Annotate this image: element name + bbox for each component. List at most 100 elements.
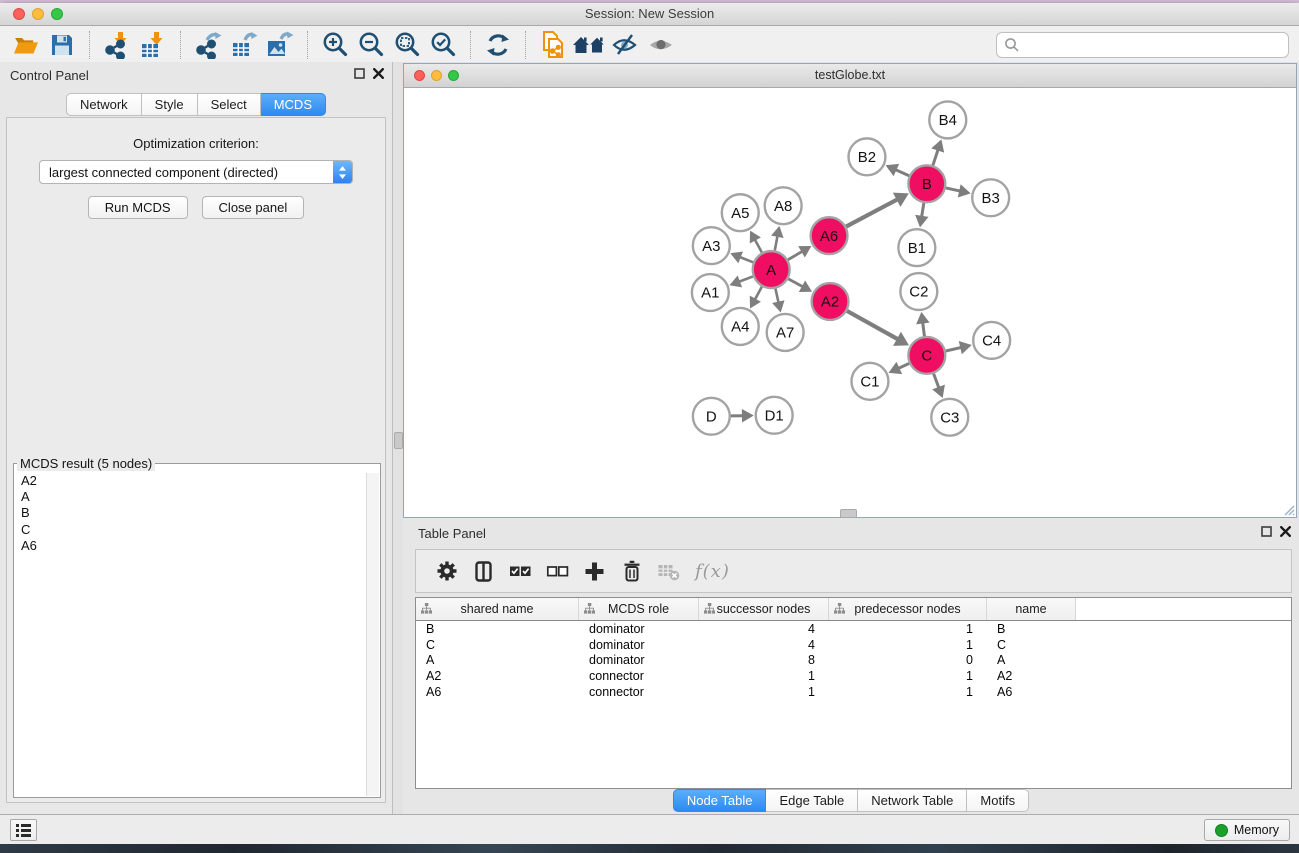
graph-edge-B-B1[interactable] xyxy=(915,203,928,227)
tab-select[interactable]: Select xyxy=(198,93,261,116)
window-minimize-button[interactable] xyxy=(32,8,44,20)
mcds-result-item[interactable]: A2 xyxy=(15,473,366,489)
graph-node-B4[interactable]: B4 xyxy=(929,101,966,138)
result-list-scrollbar[interactable] xyxy=(366,473,379,796)
graph-edge-B-B2[interactable] xyxy=(886,164,909,176)
network-canvas[interactable]: AA1A2A3A4A5A6A7A8BB1B2B3B4CC1C2C3C4DD1 xyxy=(404,88,1296,517)
import-network-button[interactable] xyxy=(99,29,135,60)
close-table-panel-icon[interactable] xyxy=(1280,526,1291,537)
run-mcds-button[interactable]: Run MCDS xyxy=(88,196,188,219)
graph-node-D1[interactable]: D1 xyxy=(756,397,793,434)
clone-network-button[interactable] xyxy=(535,29,571,60)
graph-edge-C-C3[interactable] xyxy=(932,374,945,398)
table-tab-edge-table[interactable]: Edge Table xyxy=(766,789,858,812)
float-table-panel-icon[interactable] xyxy=(1261,526,1272,537)
graph-edge-C-C4[interactable] xyxy=(946,341,972,354)
task-history-button[interactable] xyxy=(10,819,37,841)
network-close-button[interactable] xyxy=(414,70,425,81)
zoom-selected-button[interactable] xyxy=(425,29,461,60)
graph-edge-A-A5[interactable] xyxy=(750,231,762,253)
graph-node-C4[interactable]: C4 xyxy=(973,322,1010,359)
save-session-button[interactable] xyxy=(44,29,80,60)
window-titlebar[interactable]: Session: New Session xyxy=(0,3,1299,26)
refresh-layout-button[interactable] xyxy=(480,29,516,60)
graph-node-C2[interactable]: C2 xyxy=(900,273,937,310)
hide-graphics-details-button[interactable] xyxy=(643,29,679,60)
network-window-titlebar[interactable]: testGlobe.txt xyxy=(404,64,1296,88)
search-input[interactable] xyxy=(996,32,1289,58)
close-panel-icon[interactable] xyxy=(373,68,384,79)
graph-edge-A-A8[interactable] xyxy=(771,226,783,251)
window-zoom-button[interactable] xyxy=(51,8,63,20)
network-zoom-button[interactable] xyxy=(448,70,459,81)
column-show-button[interactable] xyxy=(465,554,502,588)
graph-node-B2[interactable]: B2 xyxy=(849,138,886,175)
graph-node-C3[interactable]: C3 xyxy=(931,399,968,436)
network-graph[interactable]: AA1A2A3A4A5A6A7A8BB1B2B3B4CC1C2C3C4DD1 xyxy=(404,88,1296,517)
graph-edge-C-C2[interactable] xyxy=(916,312,929,336)
close-panel-button[interactable]: Close panel xyxy=(202,196,305,219)
graph-node-A7[interactable]: A7 xyxy=(767,314,804,351)
table-settings-button[interactable] xyxy=(428,554,465,588)
show-graphics-details-button[interactable] xyxy=(607,29,643,60)
graph-edge-B-B4[interactable] xyxy=(931,139,944,165)
tab-style[interactable]: Style xyxy=(142,93,198,116)
delete-table-button[interactable] xyxy=(650,554,687,588)
mcds-result-item[interactable]: C xyxy=(15,522,366,538)
select-all-button[interactable] xyxy=(502,554,539,588)
resize-grip-icon[interactable] xyxy=(1282,503,1295,516)
table-tab-node-table[interactable]: Node Table xyxy=(673,789,767,812)
optimization-criterion-select[interactable]: largest connected component (directed) xyxy=(39,160,353,184)
graph-edge-A2-C[interactable] xyxy=(847,311,909,346)
network-minimize-button[interactable] xyxy=(431,70,442,81)
graph-node-A3[interactable]: A3 xyxy=(693,227,730,264)
graph-node-B1[interactable]: B1 xyxy=(898,229,935,266)
zoom-out-button[interactable] xyxy=(353,29,389,60)
deselect-all-button[interactable] xyxy=(539,554,576,588)
table-divider-handle[interactable] xyxy=(840,509,857,518)
table-row[interactable]: Cdominator41C xyxy=(416,637,1291,653)
graph-node-A[interactable]: A xyxy=(753,251,790,288)
zoom-in-button[interactable] xyxy=(317,29,353,60)
column-header-successor-nodes[interactable]: successor nodes xyxy=(699,598,829,620)
houses-button[interactable] xyxy=(571,29,607,60)
graph-edge-A6-B[interactable] xyxy=(846,193,909,227)
graph-edge-A-A1[interactable] xyxy=(729,275,753,287)
table-row[interactable]: A6connector11A6 xyxy=(416,684,1291,700)
table-row[interactable]: Bdominator41B xyxy=(416,621,1291,637)
zoom-fit-button[interactable] xyxy=(389,29,425,60)
graph-edge-A-A7[interactable] xyxy=(772,289,784,313)
graph-node-D[interactable]: D xyxy=(693,398,730,435)
column-header-name[interactable]: name xyxy=(987,598,1076,620)
open-session-button[interactable] xyxy=(8,29,44,60)
delete-column-button[interactable] xyxy=(613,554,650,588)
tab-network[interactable]: Network xyxy=(66,93,142,116)
graph-edge-D-D1[interactable] xyxy=(731,409,754,423)
add-column-button[interactable] xyxy=(576,554,613,588)
function-builder-icon[interactable]: f(x) xyxy=(695,561,730,582)
graph-node-A4[interactable]: A4 xyxy=(722,308,759,345)
mcds-result-item[interactable]: B xyxy=(15,505,366,521)
graph-node-A6[interactable]: A6 xyxy=(811,217,848,254)
table-row[interactable]: A2connector11A2 xyxy=(416,668,1291,684)
graph-node-A8[interactable]: A8 xyxy=(765,187,802,224)
column-header-shared-name[interactable]: shared name xyxy=(416,598,579,620)
memory-button[interactable]: Memory xyxy=(1204,819,1290,841)
graph-edge-A-A4[interactable] xyxy=(750,287,762,309)
graph-edge-C-C1[interactable] xyxy=(889,362,910,374)
export-network-button[interactable] xyxy=(190,29,226,60)
import-table-button[interactable] xyxy=(135,29,171,60)
graph-node-A2[interactable]: A2 xyxy=(812,283,849,320)
graph-node-C[interactable]: C xyxy=(908,337,945,374)
graph-node-A1[interactable]: A1 xyxy=(692,274,729,311)
graph-edge-A-A2[interactable] xyxy=(788,279,812,292)
table-tab-network-table[interactable]: Network Table xyxy=(858,789,967,812)
graph-node-B[interactable]: B xyxy=(908,165,945,202)
graph-edge-B-B3[interactable] xyxy=(946,184,971,197)
window-close-button[interactable] xyxy=(13,8,25,20)
column-header-MCDS-role[interactable]: MCDS role xyxy=(579,598,699,620)
panel-divider-handle[interactable] xyxy=(394,432,403,449)
graph-node-C1[interactable]: C1 xyxy=(851,363,888,400)
graph-node-B3[interactable]: B3 xyxy=(972,179,1009,216)
column-header-predecessor-nodes[interactable]: predecessor nodes xyxy=(829,598,987,620)
